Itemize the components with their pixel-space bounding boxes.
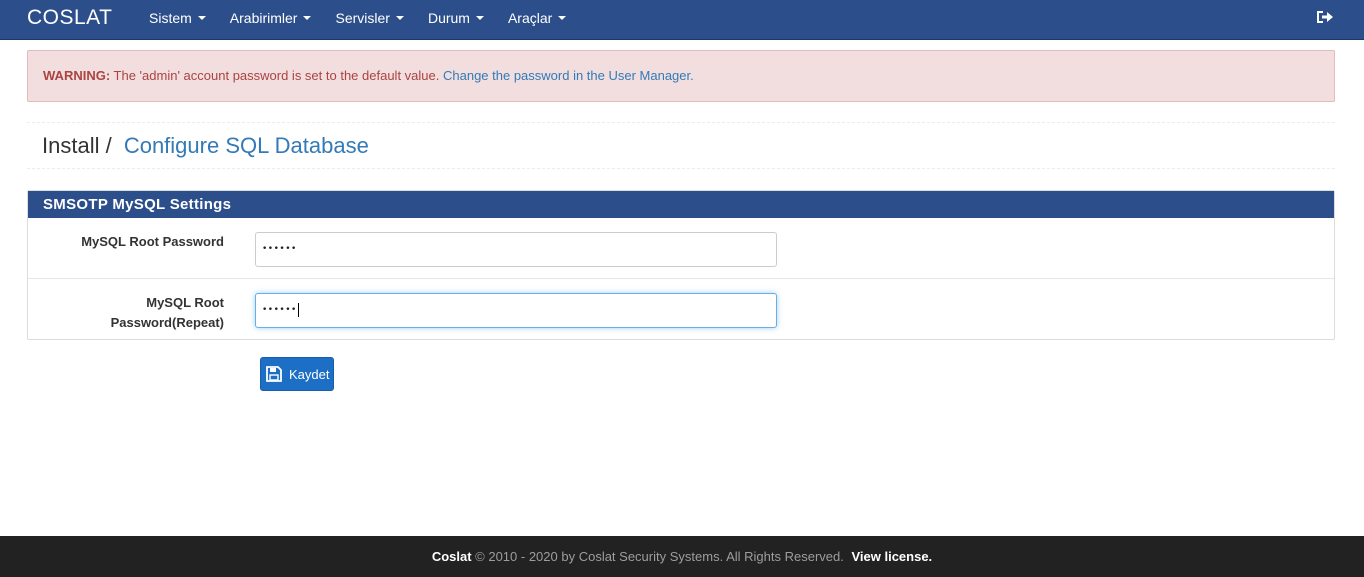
menu-araclar[interactable]: Araçlar (496, 0, 578, 36)
menu-servisler[interactable]: Servisler (323, 0, 415, 36)
caret-down-icon (303, 16, 312, 20)
panel-title: SMSOTP MySQL Settings (28, 191, 1334, 218)
main-menu: Sistem Arabirimler Servisler Durum Araçl… (137, 0, 578, 36)
save-button-label: Kaydet (289, 366, 330, 382)
caret-down-icon (475, 16, 484, 20)
root-password-repeat-input[interactable]: •••••• (255, 293, 777, 328)
root-password-repeat-label: MySQL Root Password(Repeat) (111, 293, 224, 333)
view-license-link[interactable]: View license. (851, 549, 932, 564)
label-line: Password(Repeat) (110, 315, 224, 330)
root-password-label: MySQL Root Password (81, 234, 224, 249)
save-icon (266, 366, 282, 382)
breadcrumb-parent: Install / (42, 133, 112, 158)
brand-logo[interactable]: COSLAT (27, 6, 112, 30)
caret-down-icon (197, 16, 206, 20)
label-line: MySQL Root (146, 295, 224, 310)
caret-down-icon (395, 16, 404, 20)
caret-down-icon (558, 16, 567, 20)
alert-message: The 'admin' account password is set to t… (110, 68, 443, 83)
top-navbar: COSLAT Sistem Arabirimler Servisler Duru… (0, 0, 1364, 40)
input-value: •••••• (262, 305, 297, 315)
menu-label: Arabirimler (229, 10, 298, 26)
root-password-input[interactable]: •••••• (255, 232, 777, 267)
form-row-root-password-repeat: MySQL Root Password(Repeat) •••••• (28, 279, 1334, 340)
menu-label: Servisler (335, 10, 390, 26)
breadcrumb-container: Install / Configure SQL Database (27, 122, 1335, 169)
form-row-root-password: MySQL Root Password •••••• (28, 218, 1334, 279)
menu-sistem[interactable]: Sistem (137, 0, 218, 36)
menu-label: Durum (427, 10, 470, 26)
footer-brand: Coslat (431, 549, 472, 564)
change-password-link[interactable]: Change the password in the User Manager. (443, 68, 694, 83)
menu-label: Araçlar (507, 10, 553, 26)
mysql-settings-panel: SMSOTP MySQL Settings MySQL Root Passwor… (27, 190, 1335, 340)
text-cursor (297, 302, 299, 317)
breadcrumb: Install / Configure SQL Database (42, 133, 369, 159)
menu-durum[interactable]: Durum (416, 0, 496, 36)
footer-text: © 2010 - 2020 by Coslat Security Systems… (471, 549, 848, 564)
alert-prefix: WARNING: (43, 68, 111, 83)
sign-out-icon[interactable] (1316, 9, 1334, 25)
footer: Coslat © 2010 - 2020 by Coslat Security … (0, 536, 1364, 577)
menu-arabirimler[interactable]: Arabirimler (218, 0, 324, 36)
menu-label: Sistem (149, 10, 192, 26)
breadcrumb-current[interactable]: Configure SQL Database (124, 133, 369, 158)
warning-alert: WARNING: The 'admin' account password is… (27, 50, 1335, 102)
save-button[interactable]: Kaydet (260, 357, 334, 391)
